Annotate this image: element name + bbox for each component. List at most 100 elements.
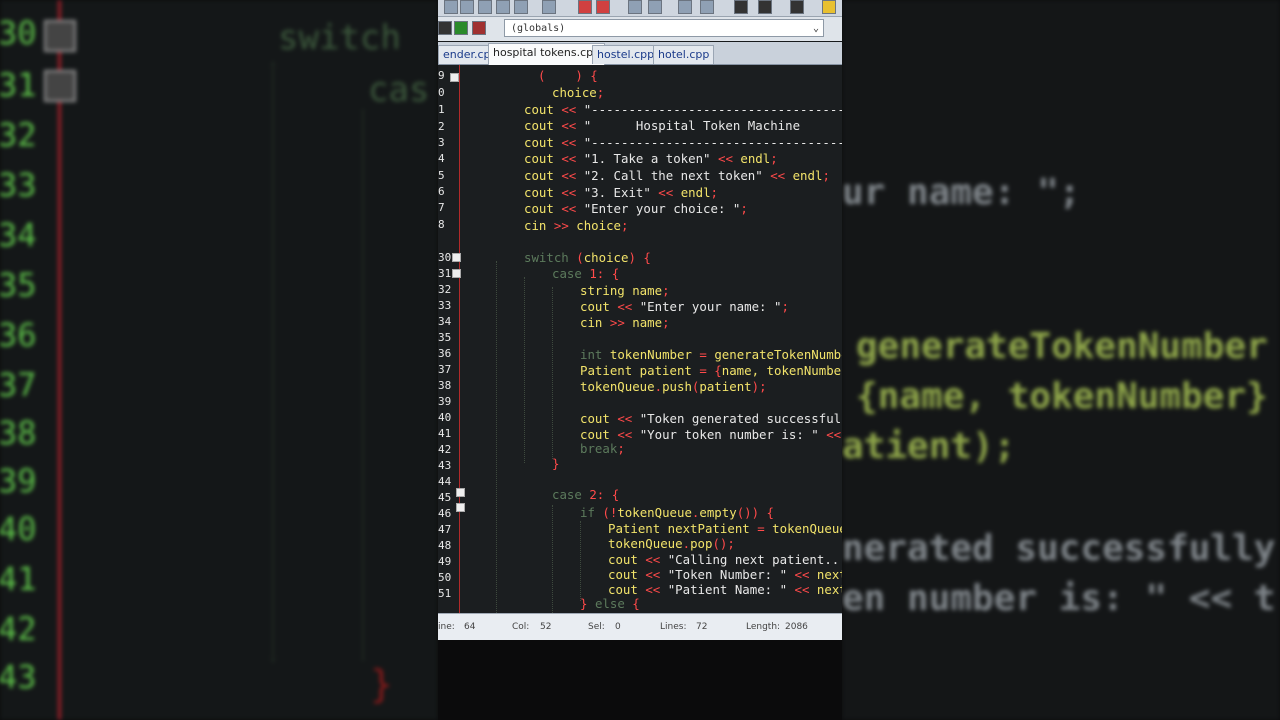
code-line: case 1: { [552,266,620,281]
line-number: 3 [438,136,445,149]
fold-toggle[interactable] [452,269,461,278]
bg-line-number: 39 [0,462,37,500]
status-lines-label: Lines: [660,622,687,632]
bg-line-number: 40 [0,510,37,548]
background-left: switch cas 30 31 32 33 34 35 36 37 38 39… [0,0,438,720]
bg-line-number: 43 [0,658,37,696]
toolbar-button-icon[interactable] [628,0,642,14]
code-line: break; [580,441,625,456]
bg-line-number: 42 [0,610,37,648]
toolbar-button-icon[interactable] [478,0,492,14]
fold-toggle[interactable] [452,253,461,262]
code-line: cout << " Hospital Token Machine " [524,118,842,133]
status-bar: ine: 64 Col: 52 Sel: 0 Lines: 72 Length:… [438,613,842,640]
bg-code-line: en number is: " << t [842,578,1276,619]
tab-hostel-cpp[interactable]: hostel.cpp [592,45,660,64]
status-sel-value: 0 [615,622,621,632]
bg-line-number: 32 [0,116,37,154]
line-number: 46 [438,507,452,520]
code-line: cout << "3. Exit" << endl; [524,185,718,200]
code-line: cout << "Patient Name: " << nextP [608,582,842,597]
status-col-value: 52 [540,622,552,632]
status-length-label: Length: [746,622,781,632]
toolbar-button-icon[interactable] [822,0,836,14]
code-line: cin >> choice; [524,218,629,233]
code-line: cout << "Enter your choice: "; [524,201,748,216]
toolbar-button-icon[interactable] [648,0,662,14]
fold-toggle[interactable] [456,488,465,497]
scope-bar: (globals) ⌄ [438,17,842,41]
code-line: Patient patient = {name, tokenNumber} [580,363,842,378]
bg-fold-box [44,70,76,102]
line-number: 36 [438,347,452,360]
status-col-label: Col: [512,622,530,632]
gutter-line [459,65,460,613]
line-number: 45 [438,491,452,504]
code-line: int tokenNumber = generateTokenNumber [580,347,842,362]
line-number: 30 [438,251,452,264]
indent-guide [552,505,553,613]
redo-icon[interactable] [596,0,610,14]
code-editor[interactable]: 9 0 1 2 3 4 5 6 7 8 30 31 32 33 34 35 36… [438,65,842,613]
fold-toggle[interactable] [456,503,465,512]
line-number: 48 [438,539,452,552]
line-number: 50 [438,571,452,584]
toolbar-button-icon[interactable] [444,0,458,14]
bg-fold-box [44,20,76,52]
code-line: cout << "Your token number is: " << t [580,427,842,442]
code-line: string name; [580,283,670,298]
line-number: 47 [438,523,452,536]
back-icon[interactable] [454,21,468,35]
line-number: 38 [438,379,452,392]
code-line: tokenQueue.pop(); [608,536,735,551]
toolbar-button-icon[interactable] [734,0,748,14]
line-number: 1 [438,103,445,116]
tab-hospital-tokens-cpp[interactable]: hospital tokens.cpp [488,43,606,65]
code-line: choice; [552,85,605,100]
background-right: ur name: "; generateTokenNumber {name, t… [842,0,1280,720]
scope-select[interactable]: (globals) ⌄ [504,19,824,37]
toolbar-button-icon[interactable] [542,0,556,14]
line-number: 31 [438,267,452,280]
status-lines-value: 72 [696,622,708,632]
line-number: 2 [438,120,445,133]
status-sel-label: Sel: [588,622,605,632]
code-line: } [552,456,560,471]
line-number: 4 [438,152,445,165]
toolbar-button-icon[interactable] [678,0,692,14]
toolbar-button-icon[interactable] [460,0,474,14]
toolbar-button-icon[interactable] [790,0,804,14]
fold-toggle[interactable] [450,73,459,82]
toolbar-button-icon[interactable] [496,0,510,14]
status-line-label: ine: [438,622,455,632]
indent-guide [524,277,525,463]
code-line: case 2: { [552,487,620,502]
bg-line-number: 34 [0,216,37,254]
code-line: cout << "-------------------------------… [524,102,842,117]
bookmark-icon[interactable] [472,21,486,35]
code-line: ( ) { [538,68,598,83]
bg-line-number: 31 [0,66,37,104]
line-number: 33 [438,299,452,312]
line-number: 5 [438,169,445,182]
indent-guide [496,261,497,613]
bg-line-number: 35 [0,266,37,304]
bg-gutter-line [58,0,61,720]
undo-icon[interactable] [578,0,592,14]
bg-line-number: 33 [0,166,37,204]
bg-code-line: nerated successfully [842,528,1276,569]
code-line: cout << "Token Number: " << nextP [608,567,842,582]
status-line-value: 64 [464,622,476,632]
indent-guide [580,521,581,601]
tab-hotel-cpp[interactable]: hotel.cpp [653,45,715,64]
toolbar-button-icon[interactable] [700,0,714,14]
toolbar-button-icon[interactable] [758,0,772,14]
class-browser-icon[interactable] [438,21,452,35]
toolbar-button-icon[interactable] [514,0,528,14]
bg-code-line: atient); [842,426,1016,467]
code-line: cout << "2. Call the next token" << endl… [524,168,830,183]
line-number: 39 [438,395,452,408]
bg-switch-keyword: switch [278,18,401,58]
editor-window: (globals) ⌄ ender.cpp hospital tokens.cp… [438,0,842,640]
scope-select-value: (globals) [511,23,566,34]
